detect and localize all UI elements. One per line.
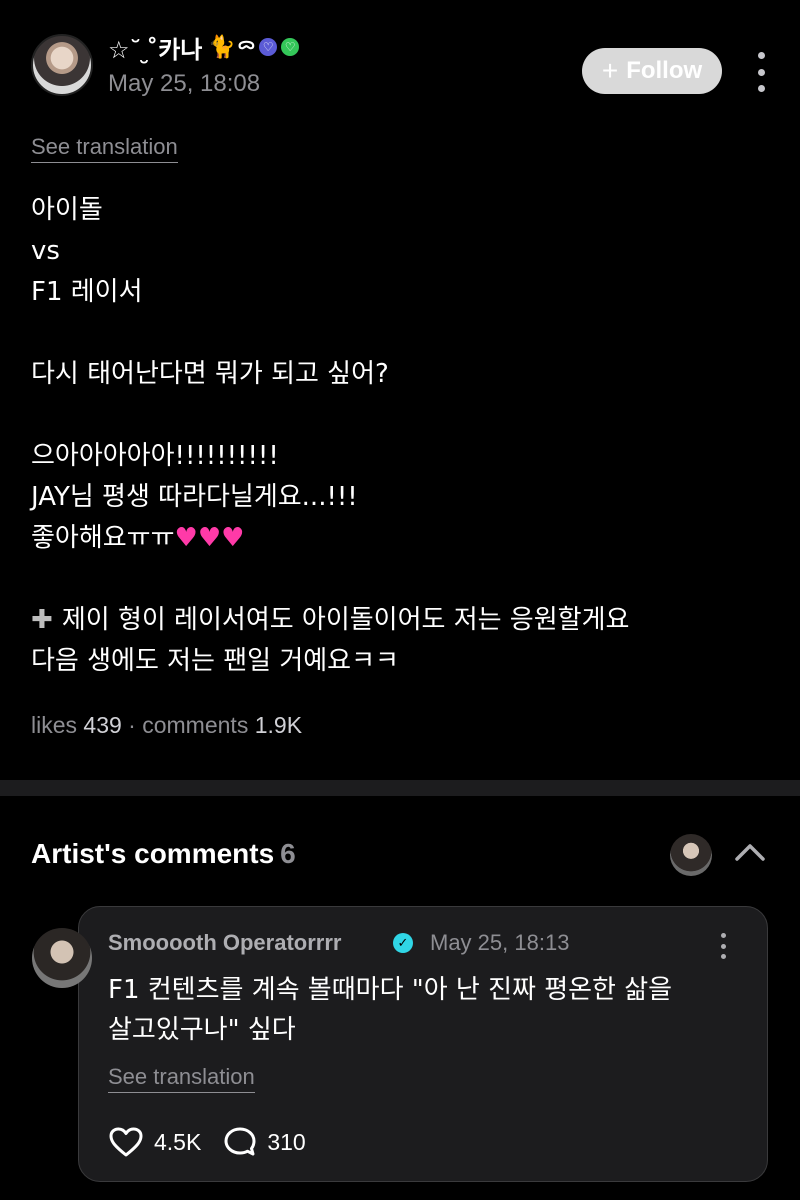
comment-likes-count: 4.5K — [154, 1128, 202, 1155]
commenter-avatar[interactable] — [32, 928, 92, 988]
artist-comments-count: 6 — [280, 838, 296, 869]
fan-badge-icon: ♡ — [281, 38, 300, 56]
membership-badge-icon: ♡ — [259, 38, 278, 56]
comment-text-line: 살고있구나" 싶다 — [108, 1015, 296, 1045]
post-line-text: 좋아해요ㅠㅠ — [31, 523, 175, 553]
comment-actions: 4.5K 310 — [108, 1124, 328, 1160]
comment-text: F1 컨텐츠를 계속 볼때마다 "아 난 진짜 평온한 삶을 살고있구나" 싶다 — [108, 970, 728, 1050]
post-line: JAY님 평생 따라다닐게요...!!! — [31, 482, 358, 512]
post-line-text: 제이 형이 레이서여도 아이돌이어도 저는 응원할게요 — [61, 605, 630, 635]
comment-see-translation-link[interactable]: See translation — [108, 1064, 255, 1093]
heart-icon[interactable] — [108, 1126, 144, 1158]
comments-label: comments — [142, 712, 249, 738]
comment-kebab-icon[interactable] — [718, 933, 728, 959]
comment-replies-count: 310 — [267, 1128, 306, 1155]
post-line — [31, 395, 771, 436]
likes-label: likes — [31, 712, 78, 738]
post-line-hearts: 좋아해요ㅠㅠ♥♥♥ — [31, 518, 771, 559]
post-line — [31, 313, 771, 354]
author-avatar[interactable] — [31, 34, 93, 96]
post-line: 으아아아아아!!!!!!!!!! — [31, 441, 279, 471]
likes-count[interactable]: 439 — [83, 712, 121, 738]
comments-count[interactable]: 1.9K — [255, 712, 302, 738]
post-line: F1 레이서 — [31, 277, 143, 307]
verified-icon: ✓ — [393, 933, 413, 953]
follow-label: Follow — [626, 57, 703, 84]
commenter-name[interactable]: Smooooth Operatorrrr — [108, 930, 341, 956]
see-translation-link[interactable]: See translation — [31, 134, 178, 163]
post-timestamp: May 25, 18:08 — [108, 70, 261, 97]
plus-emoji-icon: ✚ — [31, 605, 62, 635]
post-body: 아이돌 vs F1 레이서 다시 태어난다면 뭐가 되고 싶어? 으아아아아아!… — [31, 190, 771, 682]
post-line-plus: ✚ 제이 형이 레이서여도 아이돌이어도 저는 응원할게요 — [31, 600, 771, 641]
post-line — [31, 559, 771, 600]
post-stats: likes 439 · comments 1.9K — [31, 712, 302, 739]
comment-text-line: F1 컨텐츠를 계속 볼때마다 "아 난 진짜 평온한 삶을 — [108, 975, 673, 1005]
reply-icon[interactable] — [223, 1126, 257, 1158]
artist-comments-title[interactable]: Artist's comments 6 — [31, 838, 296, 870]
username-row[interactable]: ☆˘ ̮ ̊카나 🐈 ᯅ ♡ ♡ — [108, 30, 300, 65]
post-line: 다음 생에도 저는 팬일 거예요ㅋㅋ — [31, 646, 399, 676]
post-line: 다시 태어난다면 뭐가 되고 싶어? — [31, 359, 389, 389]
post-line: 아이돌 — [31, 195, 103, 225]
post-line: vs — [31, 236, 60, 266]
chevron-up-icon[interactable] — [734, 840, 766, 864]
comment-timestamp: May 25, 18:13 — [430, 930, 570, 955]
cat-emoji-icon: 🐈 — [208, 34, 236, 59]
plus-icon: + — [601, 55, 619, 86]
artist-comments-label: Artist's comments — [31, 838, 275, 869]
heart-emoji-icon: ♥♥♥ — [174, 523, 245, 553]
ribbon-icon: ᯅ — [237, 34, 256, 53]
post-kebab-icon[interactable] — [748, 52, 774, 92]
post-header: ☆˘ ̮ ̊카나 🐈 ᯅ ♡ ♡ May 25, 18:08 + Follow — [0, 0, 800, 130]
section-divider — [0, 780, 800, 796]
artist-mini-avatar[interactable] — [670, 834, 712, 876]
follow-button[interactable]: + Follow — [582, 48, 722, 94]
stats-separator: · — [128, 712, 136, 738]
author-username[interactable]: ☆˘ ̮ ̊카나 — [108, 30, 202, 65]
